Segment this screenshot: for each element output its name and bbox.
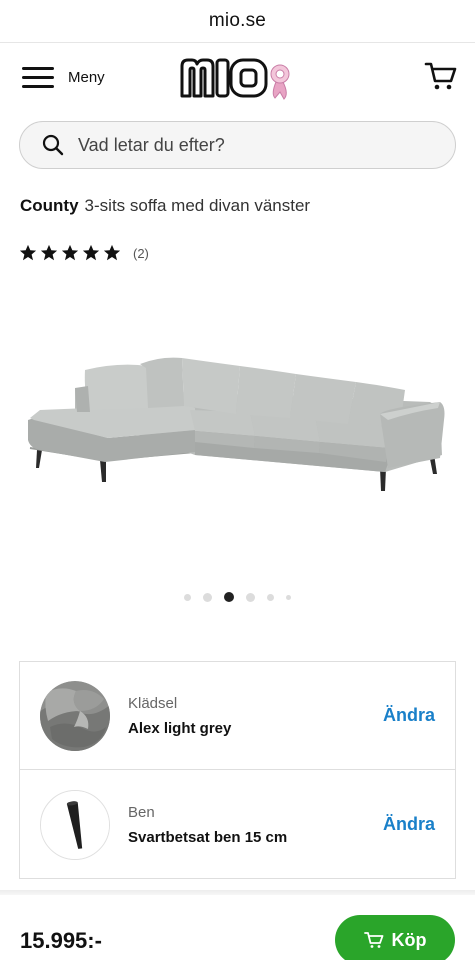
carousel-dot[interactable] [203, 592, 212, 602]
star-icon [19, 244, 37, 261]
url-text: mio.se [208, 10, 267, 31]
menu-button[interactable]: Meny [22, 62, 105, 92]
menu-label: Meny [68, 68, 105, 86]
carousel-dot[interactable] [224, 592, 234, 602]
option-row-upholstery: Klädsel Alex light grey Ändra [20, 662, 455, 770]
ribbon-icon [270, 64, 290, 100]
star-icon [82, 244, 100, 261]
star-rating [19, 244, 124, 262]
product-options: Klädsel Alex light grey Ändra Ben Svartb… [19, 661, 456, 879]
option-value-legs: Svartbetsat ben 15 cm [128, 829, 288, 846]
carousel-dot[interactable] [184, 593, 191, 601]
star-icon [40, 244, 58, 261]
buy-button[interactable]: Köp [335, 915, 455, 960]
product-rating[interactable]: (2) [19, 243, 149, 263]
product-price: 15.995:- [20, 928, 102, 953]
purchase-footer: 15.995:- Köp [0, 895, 475, 960]
url-bar[interactable]: mio.se [0, 0, 475, 43]
product-title: County 3-sits soffa med divan vänster [20, 196, 310, 216]
carousel-dot[interactable] [246, 592, 255, 602]
star-icon [61, 244, 79, 261]
search-icon [42, 134, 64, 156]
buy-label: Köp [391, 929, 427, 950]
option-value-upholstery: Alex light grey [128, 720, 232, 737]
product-image[interactable] [0, 290, 475, 570]
fabric-swatch-icon [40, 681, 110, 751]
cart-icon [363, 932, 383, 948]
review-count: (2) [133, 245, 149, 261]
carousel-dot[interactable] [267, 593, 274, 601]
carousel-dots[interactable] [184, 591, 303, 603]
product-subtitle: 3-sits soffa med divan vänster [84, 196, 311, 215]
product-brand: County [20, 196, 79, 215]
change-upholstery-button[interactable]: Ändra [383, 705, 435, 726]
hamburger-menu-icon [22, 65, 54, 89]
option-label-legs: Ben [128, 804, 155, 821]
option-label-upholstery: Klädsel [128, 695, 178, 712]
search-input[interactable] [78, 134, 408, 156]
search-bar[interactable] [19, 121, 456, 169]
option-row-legs: Ben Svartbetsat ben 15 cm Ändra [20, 771, 455, 879]
shopping-cart-icon[interactable] [424, 60, 458, 92]
sofa-leg-icon [40, 790, 110, 860]
change-legs-button[interactable]: Ändra [383, 814, 435, 835]
carousel-dot[interactable] [286, 594, 291, 600]
mio-logo[interactable] [178, 54, 298, 100]
site-header: Meny [0, 44, 475, 112]
star-icon [103, 244, 121, 261]
